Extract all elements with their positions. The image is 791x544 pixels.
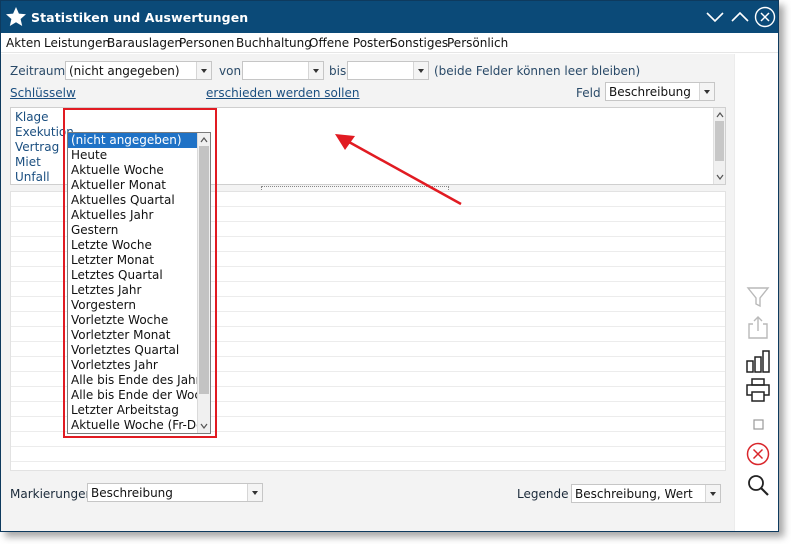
feld-select[interactable]: Beschreibung (605, 82, 715, 101)
dropdown-option[interactable]: Aktuelle Woche (68, 163, 198, 178)
dropdown-option[interactable]: Vorletztes Quartal (68, 343, 198, 358)
dropdown-option[interactable]: Aktuelles Jahr (68, 208, 198, 223)
dropdown-option[interactable]: Letzte Woche (68, 238, 198, 253)
chevron-down-icon[interactable] (196, 62, 211, 79)
dropdown-option[interactable]: Vorletzte Woche (68, 313, 198, 328)
bis-label: bis (329, 64, 347, 78)
zeitraum-label: Zeitraum: (10, 64, 70, 78)
close-icon[interactable] (754, 6, 776, 28)
dropdown-option[interactable]: Letzter Monat (68, 253, 198, 268)
legende-label: Legende (517, 487, 569, 501)
dropdown-option[interactable]: Gestern (68, 223, 198, 238)
window-title: Statistiken und Auswertungen (31, 10, 249, 25)
date-hint: (beide Felder können leer bleiben) (434, 64, 641, 78)
minimize-icon[interactable] (704, 6, 726, 28)
search-icon[interactable] (745, 472, 771, 498)
dropdown-option[interactable]: Vorgestern (68, 298, 198, 313)
title-bar: Statistiken und Auswertungen (1, 1, 778, 33)
maximize-icon[interactable] (729, 6, 751, 28)
print-icon[interactable] (745, 377, 771, 403)
menu-barauslagen[interactable]: Barauslagen (107, 36, 182, 50)
menu-offene-posten[interactable]: Offene Posten (309, 36, 393, 50)
dropdown-option[interactable]: Aktuelles Quartal (68, 193, 198, 208)
keyword-item[interactable]: Miet (15, 155, 41, 169)
schluesselwort-link[interactable]: Schlüsselw (10, 86, 76, 100)
dropdown-option[interactable]: Alle bis Ende des Jahres (68, 373, 210, 388)
chevron-down-icon[interactable] (247, 484, 262, 501)
zeitraum-select[interactable]: (nicht angegeben) (65, 61, 212, 80)
bis-select[interactable] (347, 61, 429, 80)
statistics-window: Statistiken und Auswertungen Akten Leist… (0, 0, 779, 532)
keyword-item[interactable]: Vertrag (15, 140, 59, 154)
dropdown-option[interactable]: Vorletzter Monat (68, 328, 198, 343)
menu-leistungen[interactable]: Leistungen (44, 36, 110, 50)
dropdown-option[interactable]: Letztes Quartal (68, 268, 198, 283)
menu-personen[interactable]: Personen (179, 36, 234, 50)
feld-label: Feld (576, 86, 601, 100)
chevron-down-icon[interactable] (716, 173, 724, 181)
main-content: Zeitraum: (nicht angegeben) von bis (bei… (1, 54, 734, 531)
keyword-item[interactable]: Klage (15, 110, 49, 124)
menu-akten[interactable]: Akten (6, 36, 41, 50)
right-toolbar (734, 54, 778, 531)
square-icon[interactable] (745, 411, 771, 437)
markierungen-label: Markierungen (10, 487, 94, 501)
chevron-down-icon[interactable] (705, 485, 720, 502)
dropdown-option[interactable]: Alle bis Ende der Woche (68, 388, 210, 403)
dropdown-scrollbar[interactable] (197, 133, 210, 433)
keyword-item[interactable]: Unfall (15, 170, 50, 184)
dropdown-option[interactable]: Letztes Jahr (68, 283, 198, 298)
filter-icon[interactable] (745, 284, 771, 310)
cancel-icon[interactable] (745, 441, 771, 467)
legende-select[interactable]: Beschreibung, Wert (571, 484, 721, 503)
scroll-thumb[interactable] (199, 146, 209, 394)
menu-buchhaltung[interactable]: Buchhaltung (236, 36, 312, 50)
star-icon (6, 7, 26, 26)
chevron-up-icon[interactable] (716, 111, 724, 119)
chevron-up-icon[interactable] (200, 136, 208, 144)
dropdown-option[interactable]: Letzter Arbeitstag (68, 403, 198, 418)
dropdown-option[interactable]: (nicht angegeben) (68, 133, 198, 148)
scroll-thumb[interactable] (715, 121, 724, 161)
von-select[interactable] (242, 61, 324, 80)
menu-persoenlich[interactable]: Persönlich (447, 36, 508, 50)
menu-sonstiges[interactable]: Sonstiges (390, 36, 448, 50)
export-icon[interactable] (745, 314, 771, 340)
chevron-down-icon[interactable] (308, 62, 323, 79)
von-label: von (219, 64, 242, 78)
chevron-down-icon[interactable] (200, 422, 208, 430)
markierungen-select[interactable]: Beschreibung (87, 483, 263, 502)
zeitraum-dropdown-list[interactable]: (nicht angegeben) Heute Aktuelle Woche Aktu… (67, 132, 211, 434)
keyword-scrollbar[interactable] (713, 108, 725, 184)
dropdown-option[interactable]: Aktuelle Woche (Fr-Do) (68, 418, 208, 433)
chevron-down-icon[interactable] (413, 62, 428, 79)
schluesselwort-link-tail[interactable]: erschieden werden sollen (206, 86, 360, 100)
dropdown-option[interactable]: Heute (68, 148, 198, 163)
menu-bar: Akten Leistungen Barauslagen Personen Bu… (1, 33, 778, 53)
chart-icon[interactable] (745, 348, 771, 374)
dropdown-option[interactable]: Aktueller Monat (68, 178, 198, 193)
chevron-down-icon[interactable] (699, 83, 714, 100)
dropdown-option[interactable]: Vorletztes Jahr (68, 358, 198, 373)
keyword-item[interactable]: Exekution (15, 125, 74, 139)
